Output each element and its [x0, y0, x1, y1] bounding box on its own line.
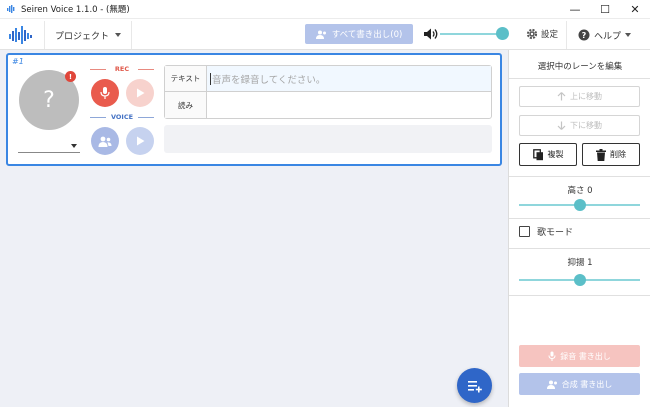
- duplicate-label: 複製: [547, 150, 564, 159]
- lane-edit-panel: 選択中のレーンを編集 上に移動 下に移動 複製 削除 高さ 0 歌モード 抑揚 …: [508, 50, 650, 407]
- play-voice-button[interactable]: [126, 127, 154, 155]
- lane-area: #1 ? ! REC VOICE テキスト 音声を録音してください。 読み: [0, 50, 508, 407]
- close-button[interactable]: ✕: [620, 0, 650, 19]
- intonation-slider[interactable]: [519, 274, 640, 286]
- reading-label: 読み: [165, 92, 207, 118]
- voice-select[interactable]: [18, 139, 80, 153]
- play-recording-button[interactable]: [126, 79, 154, 107]
- text-cursor: [210, 72, 211, 85]
- divider: [509, 248, 650, 249]
- text-label: テキスト: [165, 66, 207, 91]
- reading-input[interactable]: [207, 92, 491, 118]
- copy-icon: [532, 148, 543, 160]
- settings-button[interactable]: 設定: [526, 25, 564, 43]
- arrow-down-icon: [557, 121, 566, 130]
- divider: [509, 176, 650, 177]
- volume-icon[interactable]: [423, 27, 439, 41]
- project-menu[interactable]: プロジェクト: [44, 21, 132, 49]
- divider: [509, 78, 650, 79]
- waveform-area: [164, 125, 492, 153]
- intonation-slider-handle[interactable]: [573, 274, 586, 286]
- move-up-button[interactable]: 上に移動: [519, 86, 640, 107]
- help-label: ヘルプ: [593, 31, 621, 42]
- window-title: Seiren Voice 1.1.0 - (無題): [21, 5, 130, 15]
- singing-mode-checkbox[interactable]: [519, 226, 530, 237]
- volume-slider-handle[interactable]: [496, 27, 510, 40]
- delete-label: 削除: [610, 150, 626, 159]
- svg-text:?: ?: [582, 31, 587, 40]
- trash-icon: [596, 148, 606, 161]
- app-icon: [7, 5, 15, 13]
- export-recording-label: 録音 書き出し: [560, 351, 611, 361]
- text-input[interactable]: 音声を録音してください。: [207, 66, 491, 91]
- move-down-button[interactable]: 下に移動: [519, 115, 640, 136]
- minimize-button[interactable]: —: [560, 0, 590, 19]
- move-up-label: 上に移動: [570, 92, 602, 101]
- export-all-label: すべて書き出し(0): [331, 30, 403, 40]
- volume-slider-track: [440, 33, 502, 35]
- users-icon: [546, 380, 557, 389]
- voice-group-label: VOICE: [90, 113, 154, 121]
- logo-icon: [9, 26, 32, 44]
- divider: [509, 295, 650, 296]
- singing-mode-toggle[interactable]: 歌モード: [519, 225, 573, 238]
- export-recording-button[interactable]: 録音 書き出し: [519, 345, 640, 367]
- mic-icon: [100, 87, 110, 99]
- height-slider-handle[interactable]: [573, 199, 586, 211]
- project-menu-label: プロジェクト: [54, 31, 109, 42]
- arrow-up-icon: [557, 92, 566, 101]
- height-label: 高さ 0: [567, 186, 593, 196]
- synthesize-button[interactable]: [91, 127, 119, 155]
- export-all-button[interactable]: すべて書き出し(0): [305, 24, 413, 44]
- warning-badge: !: [65, 71, 76, 82]
- text-editor: テキスト 音声を録音してください。 読み: [164, 65, 492, 119]
- maximize-button[interactable]: ☐: [590, 0, 620, 19]
- record-button[interactable]: [91, 79, 119, 107]
- play-icon: [137, 88, 145, 98]
- text-row: テキスト 音声を録音してください。: [165, 66, 491, 92]
- settings-label: 設定: [541, 30, 559, 40]
- volume-slider[interactable]: [440, 27, 518, 40]
- rec-group-label: REC: [90, 65, 154, 73]
- height-slider[interactable]: [519, 199, 640, 211]
- gear-icon: [526, 28, 538, 40]
- delete-button[interactable]: 削除: [582, 143, 640, 166]
- chevron-down-icon: [71, 144, 77, 148]
- lane-number: #1: [12, 57, 24, 66]
- lane-card[interactable]: #1 ? ! REC VOICE テキスト 音声を録音してください。 読み: [6, 53, 502, 166]
- singing-mode-label: 歌モード: [537, 228, 574, 238]
- users-icon: [315, 30, 326, 39]
- chevron-down-icon: [625, 33, 631, 37]
- chevron-down-icon: [115, 33, 121, 37]
- playlist-add-icon: [467, 380, 482, 392]
- play-icon: [137, 136, 145, 146]
- export-synth-label: 合成 書き出し: [561, 379, 613, 389]
- panel-title: 選択中のレーンを編集: [537, 62, 623, 72]
- intonation-label: 抑揚 1: [567, 258, 593, 268]
- export-synth-button[interactable]: 合成 書き出し: [519, 373, 640, 395]
- users-icon: [98, 136, 112, 147]
- text-placeholder: 音声を録音してください。: [212, 74, 326, 86]
- help-menu[interactable]: ? ヘルプ: [566, 21, 642, 49]
- title-bar: Seiren Voice 1.1.0 - (無題) — ☐ ✕: [0, 0, 650, 19]
- move-down-label: 下に移動: [570, 121, 602, 130]
- reading-row: 読み: [165, 92, 491, 118]
- divider: [509, 218, 650, 219]
- toolbar: プロジェクト すべて書き出し(0) 設定 ? ヘルプ: [0, 19, 650, 50]
- avatar-placeholder: ?: [43, 87, 55, 113]
- mic-icon: [548, 351, 556, 361]
- duplicate-button[interactable]: 複製: [519, 143, 577, 166]
- add-lane-button[interactable]: [457, 368, 492, 403]
- help-icon: ?: [578, 29, 590, 41]
